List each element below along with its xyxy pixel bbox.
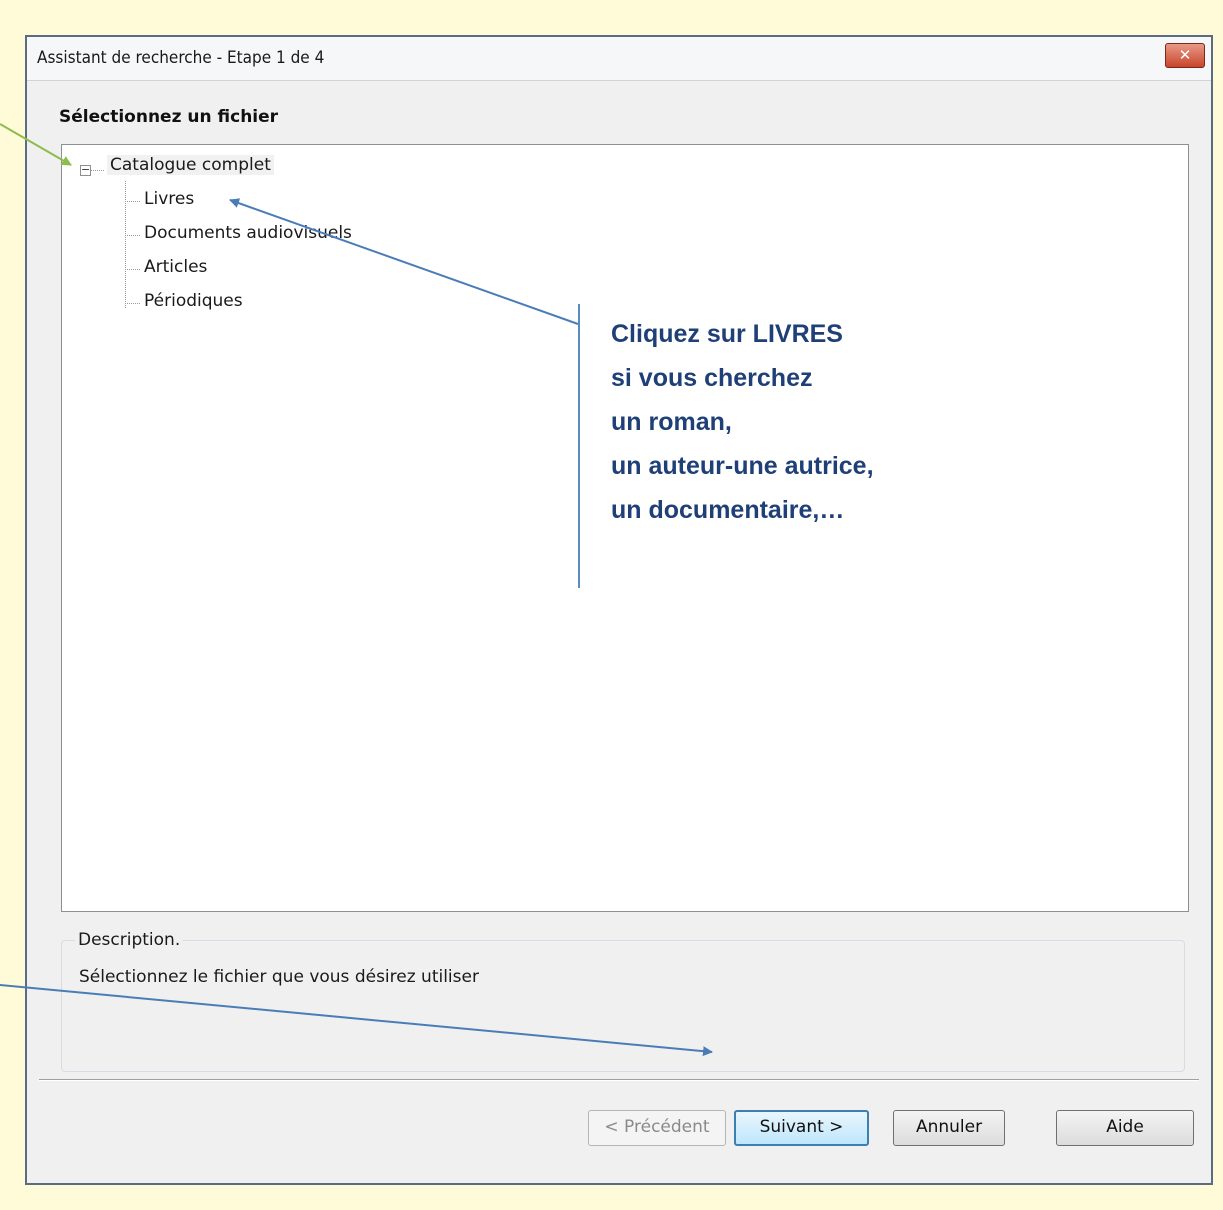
arrow-to-livres <box>229 198 579 325</box>
annotation-arrows <box>0 123 713 1057</box>
arrow-to-suivant <box>0 984 713 1057</box>
arrow-to-catalogue <box>0 123 72 166</box>
